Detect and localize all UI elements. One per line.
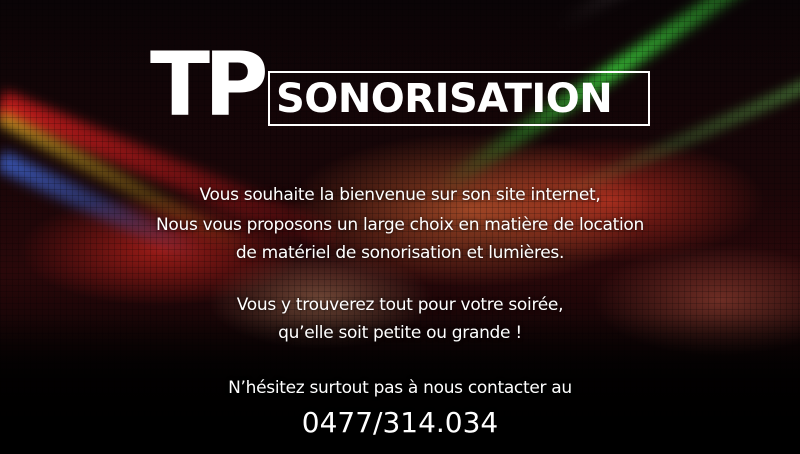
hero-banner: TP SONORISATION Vous souhaite la bienven… <box>0 0 800 454</box>
logo-wordmark: SONORISATION <box>276 76 613 122</box>
logo-tp-letters: TP <box>150 33 269 136</box>
intro-line-2: Nous vous proposons un large choix en ma… <box>155 215 645 235</box>
intro-line-1: Vous souhaite la bienvenue sur son site … <box>199 185 601 205</box>
phone-number: 0477/314.034 <box>301 406 499 439</box>
contact-line: N’hésitez surtout pas à nous contacter a… <box>228 378 572 398</box>
party-line-2: qu’elle soit petite ou grande ! <box>278 323 522 343</box>
intro-line-3: de matériel de sonorisation et lumières. <box>235 243 565 263</box>
brand-logo: TP SONORISATION <box>150 40 660 130</box>
party-line-1: Vous y trouverez tout pour votre soirée, <box>236 295 564 315</box>
